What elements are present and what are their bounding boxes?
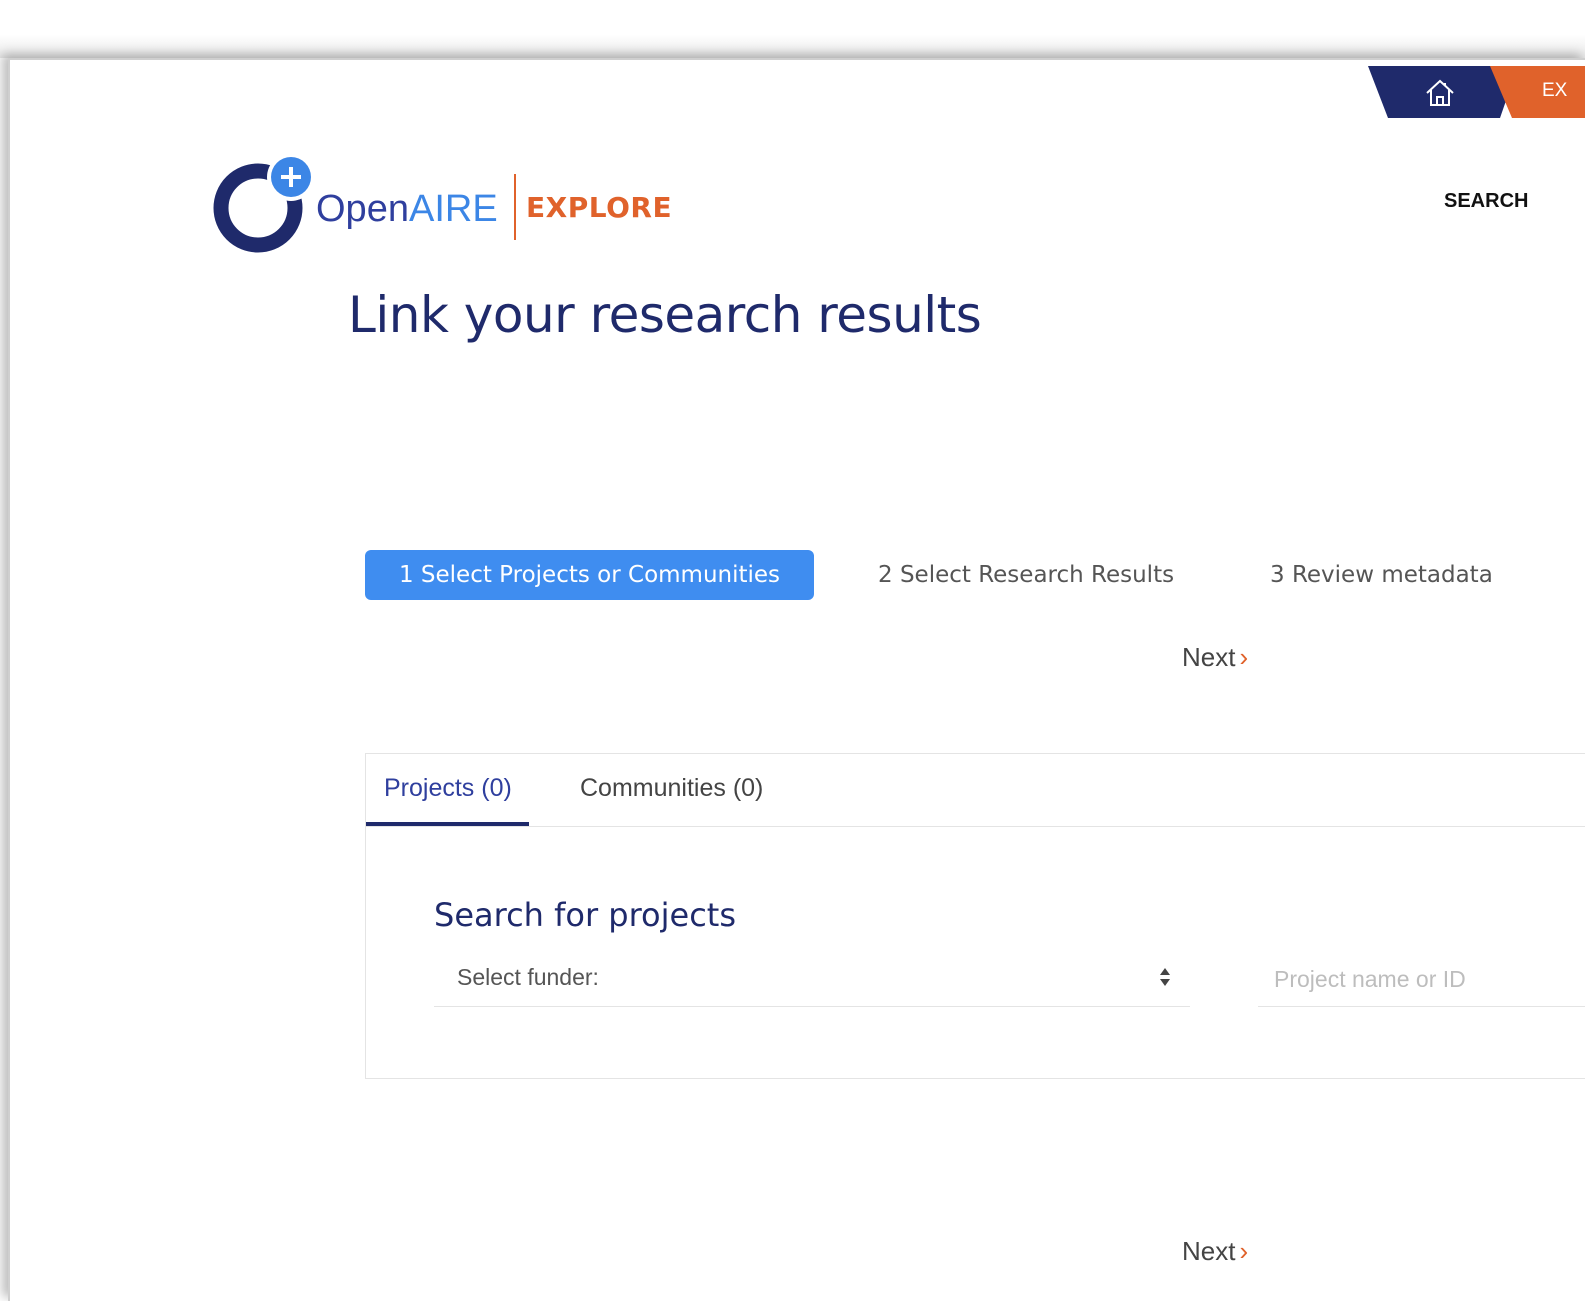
- project-search-input[interactable]: [1258, 952, 1585, 1007]
- logo-aire-text: AIRE: [408, 188, 498, 230]
- nav-search-link[interactable]: SEARCH: [1444, 190, 1528, 213]
- top-banner: EX: [1368, 66, 1585, 118]
- explore-portal-link[interactable]: EX: [1490, 66, 1585, 118]
- search-projects-heading: Search for projects: [434, 896, 737, 934]
- tab-bar: Projects (0) Communities (0): [366, 754, 1585, 827]
- active-tab-indicator: [366, 822, 529, 826]
- logo-open-text: Open: [316, 188, 409, 230]
- next-button-top[interactable]: Next ›: [1182, 642, 1248, 673]
- window-frame-top: [0, 0, 1585, 58]
- step-review-metadata[interactable]: 3 Review metadata: [1270, 550, 1493, 600]
- funder-select[interactable]: Select funder:: [434, 952, 1190, 1007]
- chevron-right-icon: ›: [1239, 642, 1249, 672]
- next-label: Next: [1182, 642, 1236, 672]
- step-select-projects[interactable]: 1 Select Projects or Communities: [365, 550, 814, 600]
- next-label: Next: [1182, 1236, 1236, 1266]
- tab-projects[interactable]: Projects (0): [384, 774, 512, 803]
- browser-window: EX OpenAIRE EXPLORE SEARCH Link your res…: [8, 58, 1585, 1301]
- next-button-bottom[interactable]: Next ›: [1182, 1236, 1248, 1267]
- openaire-explore-logo[interactable]: OpenAIRE EXPLORE: [212, 150, 682, 260]
- tab-communities[interactable]: Communities (0): [580, 774, 763, 803]
- logo-explore-text: EXPLORE: [526, 191, 673, 224]
- sort-arrows-icon: [1159, 966, 1171, 992]
- explore-portal-label: EX: [1542, 80, 1568, 101]
- home-icon: [1424, 77, 1456, 113]
- step-select-results[interactable]: 2 Select Research Results: [878, 550, 1174, 600]
- funder-select-label: Select funder:: [457, 964, 599, 990]
- selection-card: Projects (0) Communities (0) Search for …: [365, 753, 1585, 1079]
- page-title: Link your research results: [348, 286, 982, 344]
- chevron-right-icon: ›: [1239, 1236, 1249, 1266]
- openaire-ring-icon: [213, 153, 315, 253]
- logo-divider: [514, 174, 516, 240]
- logo-wordmark: OpenAIRE: [316, 188, 498, 231]
